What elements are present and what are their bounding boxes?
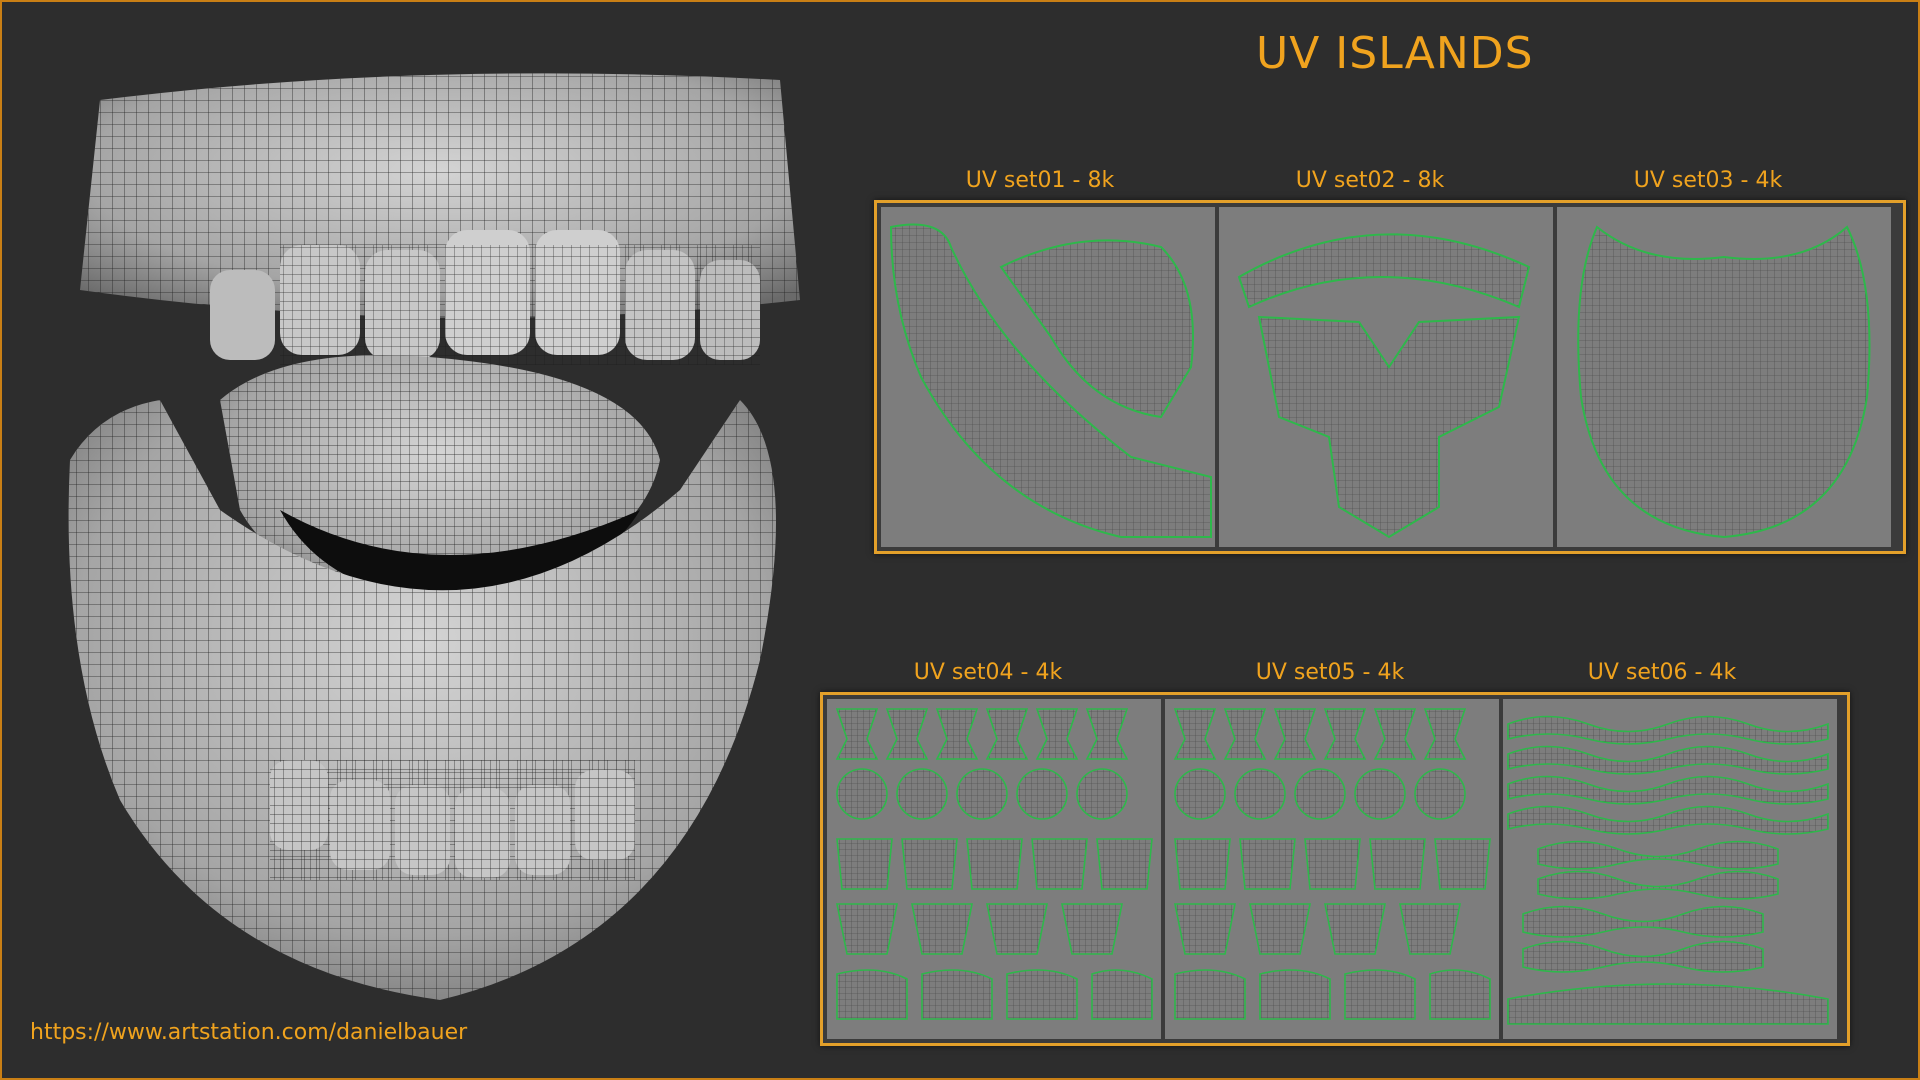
uv-row2-panel <box>820 692 1850 1046</box>
uv-set04-label: UV set04 - 4k <box>913 660 1063 685</box>
uv-set06-label: UV set06 - 4k <box>1587 660 1737 685</box>
uv-set05-view <box>1165 699 1499 1039</box>
uv-set03-label: UV set03 - 4k <box>1633 168 1783 193</box>
uv-set01-view <box>881 207 1215 547</box>
uv-set02-view <box>1219 207 1553 547</box>
page-title: UV ISLANDS <box>1256 28 1534 79</box>
mouth-wireframe-model <box>68 73 800 1000</box>
uv-set04-view <box>827 699 1161 1039</box>
uv-row1-panel <box>874 200 1906 554</box>
uv-set01-label: UV set01 - 8k <box>965 168 1115 193</box>
uv-set02-label: UV set02 - 8k <box>1295 168 1445 193</box>
uv-set05-label: UV set05 - 4k <box>1255 660 1405 685</box>
artstation-link[interactable]: https://www.artstation.com/danielbauer <box>30 1020 467 1045</box>
uv-set03-view <box>1557 207 1891 547</box>
uv-set06-view <box>1503 699 1837 1039</box>
